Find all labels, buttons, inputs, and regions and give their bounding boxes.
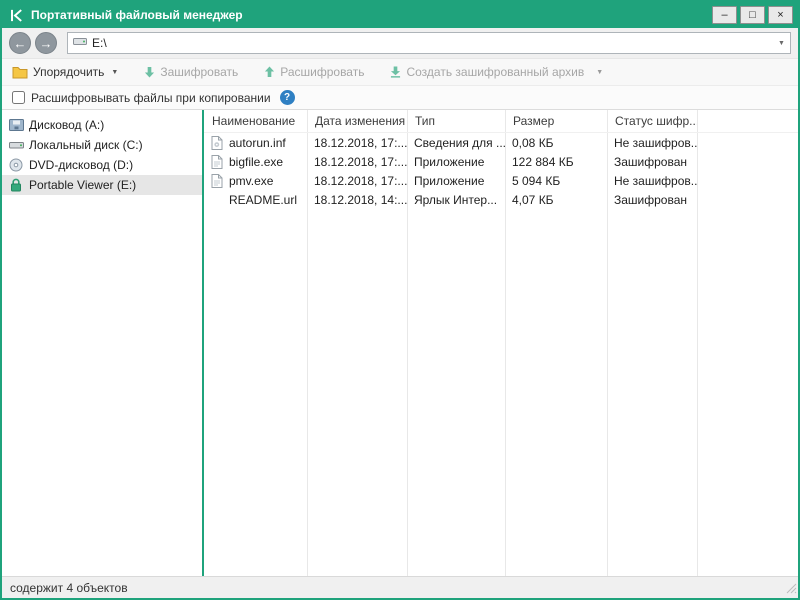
help-info-icon[interactable]: ? (280, 90, 295, 105)
encrypted-drive-lock-icon (7, 178, 25, 192)
file-row-bigfile-exe[interactable]: bigfile.exe 18.12.2018, 17:... Приложени… (204, 152, 798, 171)
sidebar-item-label: Portable Viewer (E:) (29, 178, 136, 192)
file-date-cell: 18.12.2018, 14:... (307, 193, 407, 207)
sidebar-item-drive-e-portable-viewer[interactable]: Portable Viewer (E:) (2, 175, 202, 195)
window-controls: – □ × (709, 6, 793, 24)
sidebar-item-label: Локальный диск (C:) (29, 138, 143, 152)
floppy-drive-icon (7, 119, 25, 131)
navigation-bar: ← → E:\ ▼ (2, 28, 798, 58)
file-status-cell: Зашифрован (607, 155, 697, 169)
minimize-button[interactable]: – (712, 6, 737, 24)
file-status-cell: Не зашифров... (607, 136, 697, 150)
file-name: pmv.exe (229, 174, 273, 188)
toolbar: Упорядочить ▼ Зашифровать Расшифровать С… (2, 58, 798, 86)
sidebar-item-drive-a[interactable]: Дисковод (A:) (2, 115, 202, 135)
address-text: E:\ (92, 36, 773, 50)
create-encrypted-archive-button[interactable]: Создать зашифрованный архив (390, 65, 584, 79)
address-dropdown-button[interactable]: ▼ (773, 33, 790, 53)
file-size-cell: 122 884 КБ (505, 155, 607, 169)
encrypt-label: Зашифровать (160, 65, 238, 79)
close-button[interactable]: × (768, 6, 793, 24)
sidebar-item-drive-d[interactable]: DVD-дисковод (D:) (2, 155, 202, 175)
forward-button[interactable]: → (35, 32, 57, 54)
archive-label: Создать зашифрованный архив (406, 65, 584, 79)
file-name-cell: bigfile.exe (204, 154, 307, 169)
main-area: Дисковод (A:) Локальный диск (C:) DVD-ди… (2, 110, 798, 576)
file-size-cell: 0,08 КБ (505, 136, 607, 150)
file-name-cell: pmv.exe (204, 173, 307, 188)
column-header-size[interactable]: Размер (505, 114, 607, 128)
file-name-cell: autorun.inf (204, 135, 307, 150)
file-row-autorun-inf[interactable]: autorun.inf 18.12.2018, 17:... Сведения … (204, 133, 798, 152)
setup-info-file-icon (211, 135, 224, 150)
title-bar: Портативный файловый менеджер – □ × (2, 2, 798, 28)
file-size-cell: 4,07 КБ (505, 193, 607, 207)
sidebar-item-label: DVD-дисковод (D:) (29, 158, 133, 172)
dvd-drive-icon (7, 158, 25, 172)
options-bar: Расшифровывать файлы при копировании ? (2, 86, 798, 110)
status-bar: содержит 4 объектов (2, 576, 798, 598)
file-date-cell: 18.12.2018, 17:... (307, 155, 407, 169)
file-name-cell: README.url (204, 192, 307, 207)
encrypt-button[interactable]: Зашифровать (144, 65, 238, 79)
file-list-header: Наименование Дата изменения Тип Размер С… (204, 110, 798, 133)
decrypt-on-copy-checkbox[interactable] (12, 91, 25, 104)
file-name: bigfile.exe (229, 155, 283, 169)
file-icon-placeholder (211, 192, 224, 207)
sidebar-item-label: Дисковод (A:) (29, 118, 104, 132)
folder-icon (12, 66, 28, 79)
drive-tree-sidebar: Дисковод (A:) Локальный диск (C:) DVD-ди… (2, 110, 202, 576)
back-button[interactable]: ← (9, 32, 31, 54)
organize-caret-icon: ▼ (111, 69, 118, 76)
column-header-encryption-status[interactable]: Статус шифр... (607, 114, 697, 128)
address-bar[interactable]: E:\ ▼ (67, 32, 791, 54)
resize-grip[interactable] (785, 582, 797, 597)
application-file-icon (211, 154, 224, 169)
file-type-cell: Приложение (407, 155, 505, 169)
maximize-button[interactable]: □ (740, 6, 765, 24)
file-size-cell: 5 094 КБ (505, 174, 607, 188)
organize-label: Упорядочить (33, 65, 104, 79)
kaspersky-logo-icon (9, 8, 24, 23)
drive-icon (73, 36, 87, 50)
file-list-pane: Наименование Дата изменения Тип Размер С… (204, 110, 798, 576)
file-type-cell: Сведения для ... (407, 136, 505, 150)
hard-disk-icon (7, 139, 25, 151)
column-header-name[interactable]: Наименование (204, 114, 307, 128)
file-type-cell: Ярлык Интер... (407, 193, 505, 207)
column-header-type[interactable]: Тип (407, 114, 505, 128)
file-status-cell: Зашифрован (607, 193, 697, 207)
decrypt-on-copy-label[interactable]: Расшифровывать файлы при копировании (31, 91, 271, 105)
decrypt-button[interactable]: Расшифровать (264, 65, 364, 79)
file-date-cell: 18.12.2018, 17:... (307, 174, 407, 188)
application-file-icon (211, 173, 224, 188)
archive-arrow-icon (390, 66, 401, 78)
decrypt-arrow-icon (264, 66, 275, 78)
organize-button[interactable]: Упорядочить ▼ (12, 65, 118, 79)
file-row-readme-url[interactable]: README.url 18.12.2018, 14:... Ярлык Инте… (204, 190, 798, 209)
file-row-pmv-exe[interactable]: pmv.exe 18.12.2018, 17:... Приложение 5 … (204, 171, 798, 190)
file-status-cell: Не зашифров... (607, 174, 697, 188)
encrypt-arrow-icon (144, 66, 155, 78)
column-header-date-modified[interactable]: Дата изменения (307, 114, 407, 128)
archive-caret-button[interactable]: ▼ (596, 69, 603, 76)
status-text: содержит 4 объектов (10, 581, 128, 595)
decrypt-label: Расшифровать (280, 65, 364, 79)
sidebar-item-drive-c[interactable]: Локальный диск (C:) (2, 135, 202, 155)
file-name: README.url (229, 193, 297, 207)
file-name: autorun.inf (229, 136, 286, 150)
file-date-cell: 18.12.2018, 17:... (307, 136, 407, 150)
window-title: Портативный файловый менеджер (31, 8, 709, 22)
portable-file-manager-window: Портативный файловый менеджер – □ × ← → … (0, 0, 800, 600)
file-type-cell: Приложение (407, 174, 505, 188)
